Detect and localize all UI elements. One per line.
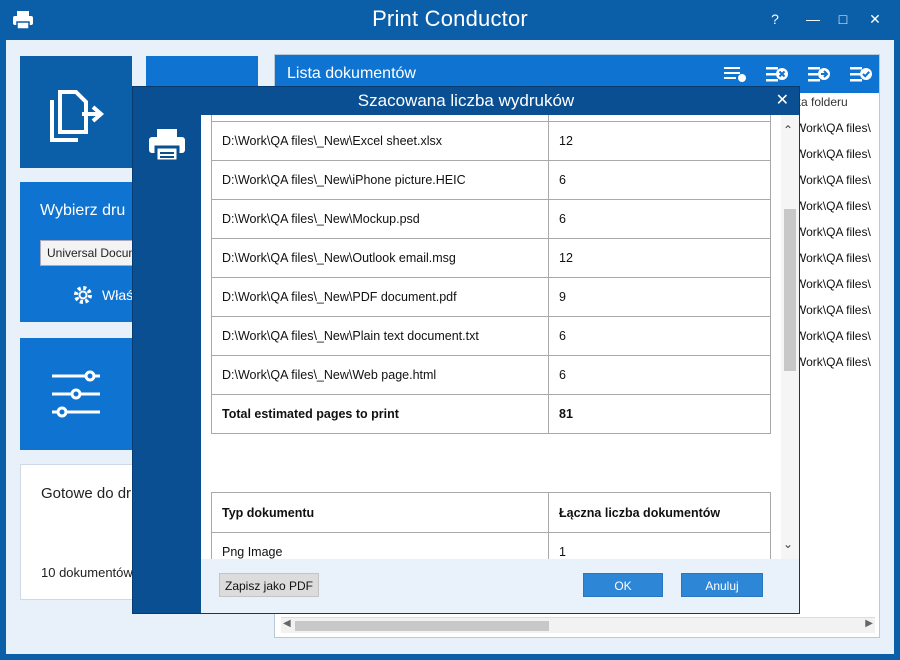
document-count: 10 dokumentów (41, 565, 133, 580)
table-row: D:\Work\QA files\_New\Excel sheet.xlsx 1… (211, 121, 771, 161)
total-row: Total estimated pages to print 81 (211, 394, 771, 434)
list-item[interactable]: Work\QA files\ (795, 349, 879, 375)
list-item[interactable]: Work\QA files\ (795, 271, 879, 297)
page-count: 9 (548, 277, 771, 317)
file-path: D:\Work\QA files\_New\Mockup.psd (211, 199, 549, 239)
dialog-title: Szacowana liczba wydruków (357, 91, 575, 110)
list-item[interactable]: Work\QA files\ (795, 193, 879, 219)
folder-column-header[interactable]: ka folderu (795, 95, 848, 109)
table-row: D:\Work\QA files\_New\Web page.html 6 (211, 355, 771, 395)
properties-label: Właś (102, 287, 134, 303)
list-item[interactable]: Work\QA files\ (795, 297, 879, 323)
list-item[interactable]: Work\QA files\ (795, 141, 879, 167)
scrollbar-thumb[interactable] (784, 209, 796, 371)
document-list: Work\QA files\ Work\QA files\ Work\QA fi… (795, 115, 879, 375)
total-label: Total estimated pages to print (211, 394, 549, 434)
ok-button[interactable]: OK (583, 573, 663, 597)
add-documents-tile[interactable] (20, 56, 132, 168)
pages-table: D:\Work\QA files\_New\Excel sheet.xlsx 1… (211, 115, 771, 434)
table-header-row: Typ dokumentu Łączna liczba dokumentów (211, 492, 771, 533)
list-item[interactable]: Work\QA files\ (795, 167, 879, 193)
printer-icon (149, 129, 185, 163)
chevron-down-icon[interactable]: ⌄ (783, 537, 793, 551)
document-type: Png Image (211, 532, 549, 559)
title-bar: Print Conductor ? — □ ✕ (0, 0, 900, 40)
save-as-pdf-button[interactable]: Zapisz jako PDF (219, 573, 319, 597)
gear-icon (74, 286, 92, 304)
types-table: Typ dokumentu Łączna liczba dokumentów P… (211, 492, 771, 559)
scroll-left-icon[interactable]: ◀ (283, 618, 291, 629)
maximize-button[interactable]: □ (830, 8, 856, 30)
table-row: D:\Work\QA files\_New\Plain text documen… (211, 316, 771, 356)
list-item[interactable]: Work\QA files\ (795, 323, 879, 349)
estimated-pages-dialog: Szacowana liczba wydruków ✕ D:\Work\QA f… (132, 86, 800, 614)
table-row: D:\Work\QA files\_New\Outlook email.msg … (211, 238, 771, 278)
dialog-report: D:\Work\QA files\_New\Excel sheet.xlsx 1… (201, 115, 799, 559)
table-row: Png Image 1 (211, 532, 771, 559)
total-value: 81 (548, 394, 771, 434)
count-column-header: Łączna liczba dokumentów (548, 492, 771, 533)
file-path: D:\Work\QA files\_New\Excel sheet.xlsx (211, 121, 549, 161)
add-files-icon (50, 90, 105, 142)
list-item[interactable]: Work\QA files\ (795, 219, 879, 245)
document-count: 1 (548, 532, 771, 559)
scroll-right-icon[interactable]: ▶ (865, 618, 873, 629)
list-item[interactable]: Work\QA files\ (795, 245, 879, 271)
cancel-button[interactable]: Anuluj (681, 573, 763, 597)
close-button[interactable]: ✕ (862, 8, 888, 30)
sliders-icon (52, 370, 100, 418)
table-row: D:\Work\QA files\_New\Mockup.psd 6 (211, 199, 771, 239)
file-path: D:\Work\QA files\_New\Web page.html (211, 355, 549, 395)
list-item[interactable]: Work\QA files\ (795, 115, 879, 141)
status-title: Gotowe do dr (41, 485, 132, 502)
file-path: D:\Work\QA files\_New\Plain text documen… (211, 316, 549, 356)
chevron-up-icon[interactable]: ⌃ (783, 123, 793, 137)
type-column-header: Typ dokumentu (211, 492, 549, 533)
help-button[interactable]: ? (762, 8, 788, 30)
scrollbar-thumb[interactable] (295, 621, 549, 631)
list-remove-icon[interactable] (723, 65, 747, 83)
dialog-footer: Zapisz jako PDF OK Anuluj (201, 559, 799, 613)
table-row: D:\Work\QA files\_New\PDF document.pdf 9 (211, 277, 771, 317)
minimize-button[interactable]: — (800, 8, 826, 30)
file-path: D:\Work\QA files\_New\PDF document.pdf (211, 277, 549, 317)
document-list-title: Lista dokumentów (287, 65, 416, 82)
page-count: 6 (548, 199, 771, 239)
close-icon[interactable]: ✕ (776, 90, 789, 110)
page-count: 12 (548, 238, 771, 278)
page-count: 12 (548, 121, 771, 161)
remove-failed-icon[interactable] (807, 65, 831, 83)
remove-selected-icon[interactable] (765, 65, 789, 83)
file-path: D:\Work\QA files\_New\Outlook email.msg (211, 238, 549, 278)
horizontal-scrollbar[interactable]: ◀ ▶ (281, 617, 875, 633)
page-count: 6 (548, 355, 771, 395)
page-count: 6 (548, 316, 771, 356)
page-count: 6 (548, 160, 771, 200)
file-path: D:\Work\QA files\_New\iPhone picture.HEI… (211, 160, 549, 200)
vertical-scrollbar[interactable]: ⌃ ⌄ (781, 115, 799, 559)
remove-printed-icon[interactable] (849, 65, 873, 83)
table-row: D:\Work\QA files\_New\iPhone picture.HEI… (211, 160, 771, 200)
printer-properties-button[interactable]: Właś (72, 284, 133, 306)
printer-label: Wybierz dru (40, 202, 126, 219)
